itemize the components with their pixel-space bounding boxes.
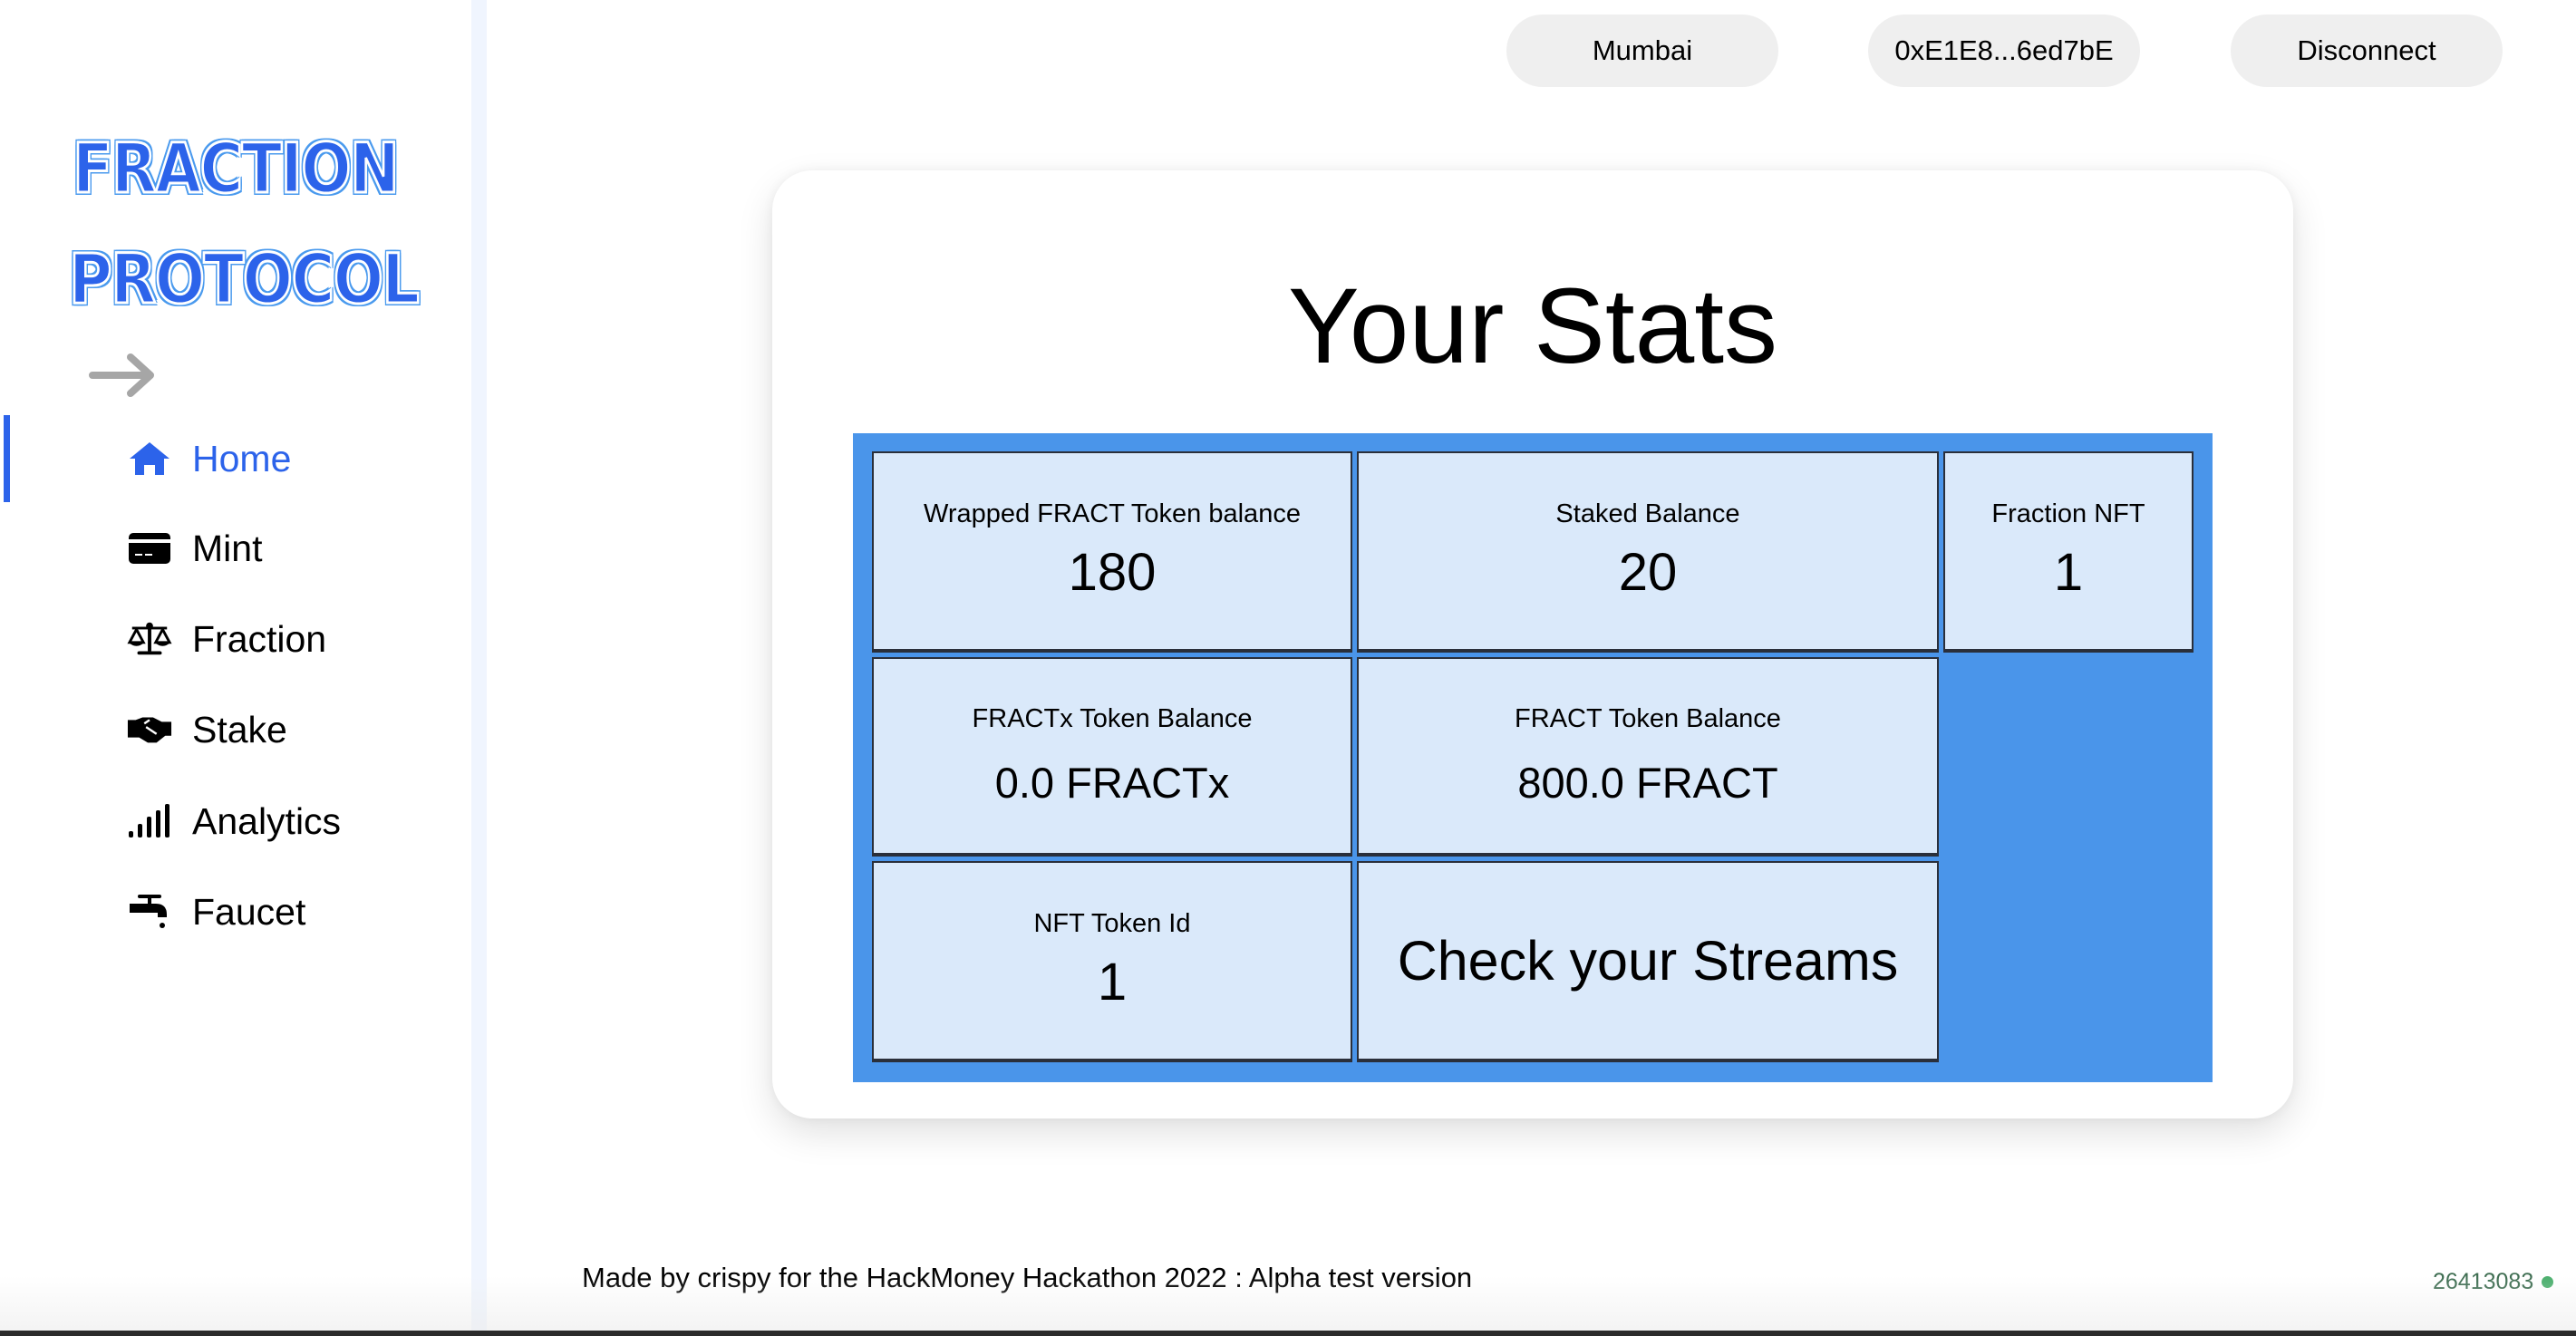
sidebar-item-fraction[interactable]: Fraction [127,612,326,666]
faucet-icon [127,892,172,932]
sidebar-item-analytics[interactable]: Analytics [127,794,341,848]
logo-line-2: PROTOCOL [68,238,421,319]
sidebar: FRACTION PROTOCOL Home Mint Fraction Sta… [0,0,487,1336]
stats-card: Your Stats Wrapped FRACT Token balance 1… [772,170,2293,1118]
stats-grid: Wrapped FRACT Token balance 180 Staked B… [853,433,2213,1082]
sidebar-item-label: Fraction [192,617,327,660]
sidebar-item-home[interactable]: Home [127,431,291,486]
logo-line-1: FRACTION [72,128,401,208]
sidebar-item-label: Faucet [192,890,306,933]
sidebar-item-label: Stake [192,708,287,750]
stat-nft-token-id: NFT Token Id 1 [872,861,1352,1062]
home-icon [127,439,172,479]
stat-fractx-balance: FRACTx Token Balance 0.0 FRACTx [872,657,1352,857]
sidebar-item-mint[interactable]: Mint [127,521,262,576]
window-edge [0,1331,2576,1336]
stat-value: 800.0 FRACT [1517,759,1778,807]
stat-value: 180 [1068,543,1157,602]
credit-card-icon [127,528,172,568]
stat-value: 1 [2053,543,2084,602]
disconnect-button[interactable]: Disconnect [2231,15,2503,87]
stat-label: NFT Token Id [1033,909,1191,938]
stat-staked: Staked Balance 20 [1357,451,1939,653]
account-button[interactable]: 0xE1E8...6ed7bE [1868,15,2140,87]
arrow-right-icon[interactable] [87,352,160,399]
network-button[interactable]: Mumbai [1506,15,1778,87]
stat-value: 20 [1618,543,1678,602]
sidebar-item-faucet[interactable]: Faucet [127,885,305,939]
sidebar-item-label: Mint [192,527,263,569]
scale-icon [127,619,172,659]
page-title: Your Stats [1287,266,1778,386]
check-streams-button[interactable]: Check your Streams [1357,861,1939,1062]
stat-wrapped-fract: Wrapped FRACT Token balance 180 [872,451,1352,653]
stat-label: Staked Balance [1555,499,1740,528]
stat-label: FRACT Token Balance [1515,704,1781,733]
bottom-fade [0,1276,2576,1331]
stat-fract-balance: FRACT Token Balance 800.0 FRACT [1357,657,1939,857]
stat-label: Fraction NFT [1991,499,2145,528]
active-indicator [4,415,10,502]
sidebar-item-label: Home [192,437,292,479]
sidebar-item-label: Analytics [192,799,342,842]
handshake-icon [127,710,172,750]
stat-fraction-nft: Fraction NFT 1 [1943,451,2193,653]
stat-value: 1 [1097,953,1128,1012]
stat-label: FRACTx Token Balance [972,704,1253,733]
sidebar-item-stake[interactable]: Stake [127,702,287,757]
signal-bars-icon [127,801,172,841]
stat-label: Wrapped FRACT Token balance [924,499,1301,528]
stat-value: 0.0 FRACTx [994,759,1230,807]
